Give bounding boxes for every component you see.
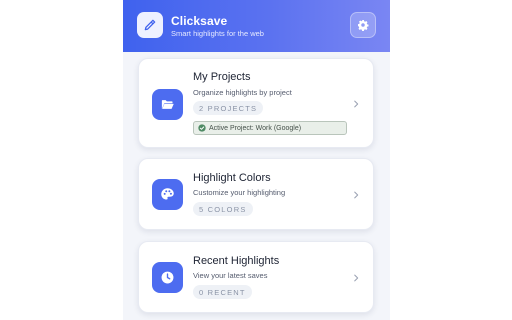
card-description: Organize highlights by project	[193, 88, 292, 97]
app-title: Clicksave	[171, 14, 228, 28]
projects-icon-box	[152, 89, 183, 120]
card-description: View your latest saves	[193, 271, 268, 280]
check-circle-icon	[198, 124, 206, 132]
colors-icon-box	[152, 179, 183, 210]
folder-open-icon	[161, 100, 174, 109]
recent-highlights-card[interactable]: Recent Highlights View your latest saves…	[138, 241, 374, 313]
count-badge: 5 COLORS	[193, 202, 253, 216]
popup-header: Clicksave Smart highlights for the web	[123, 0, 390, 52]
count-badge: 0 RECENT	[193, 285, 252, 299]
active-project-indicator: Active Project: Work (Google)	[193, 121, 347, 135]
chevron-right-icon	[354, 274, 359, 282]
app-logo	[137, 12, 163, 38]
card-title: My Projects	[193, 71, 251, 83]
card-title: Recent Highlights	[193, 255, 280, 267]
settings-button[interactable]	[350, 12, 376, 38]
highlighter-pen-icon	[144, 19, 156, 31]
palette-icon	[161, 188, 174, 200]
chevron-right-icon	[354, 100, 359, 108]
highlight-colors-card[interactable]: Highlight Colors Customize your highligh…	[138, 158, 374, 230]
extension-popup: Clicksave Smart highlights for the web M…	[123, 0, 390, 320]
count-badge: 2 PROJECTS	[193, 101, 264, 115]
app-subtitle: Smart highlights for the web	[171, 29, 264, 38]
recent-icon-box	[152, 262, 183, 293]
my-projects-card[interactable]: My Projects Organize highlights by proje…	[138, 58, 374, 148]
card-title: Highlight Colors	[193, 172, 271, 184]
card-description: Customize your highlighting	[193, 188, 286, 197]
clock-icon	[161, 271, 174, 284]
chevron-right-icon	[354, 191, 359, 199]
gear-icon	[358, 20, 369, 31]
active-project-label: Active Project: Work (Google)	[209, 124, 302, 132]
